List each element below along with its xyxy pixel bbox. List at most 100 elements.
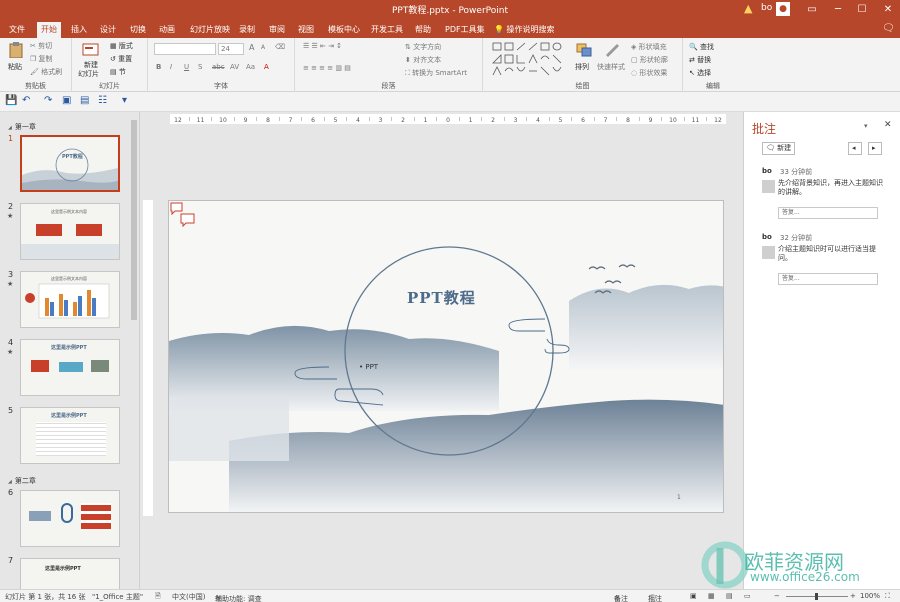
- tab-insert[interactable]: 插入: [67, 22, 91, 38]
- tab-record[interactable]: 录制: [235, 22, 259, 38]
- tab-design[interactable]: 设计: [96, 22, 120, 38]
- close-pane-icon[interactable]: ✕: [884, 120, 892, 130]
- arrange-icon[interactable]: [575, 42, 593, 58]
- comments-share-icon[interactable]: 🗨: [882, 23, 895, 34]
- reset-button[interactable]: ↺ 重置: [110, 54, 132, 64]
- user-name[interactable]: bo: [761, 3, 772, 13]
- copy-button[interactable]: ❐ 复制: [30, 54, 53, 64]
- tab-developer[interactable]: 开发工具: [367, 22, 407, 38]
- reply-field[interactable]: 答复...: [778, 207, 878, 219]
- tab-help[interactable]: 帮助: [411, 22, 435, 38]
- new-comment-button[interactable]: 🗨 新建: [762, 142, 796, 155]
- zoom-in-icon[interactable]: +: [850, 592, 856, 600]
- new-slide-icon[interactable]: [82, 42, 100, 58]
- zoom-out-icon[interactable]: −: [774, 592, 780, 600]
- comment-text[interactable]: 介绍主题知识时可以进行适当提问。: [778, 245, 886, 263]
- quick-styles-icon[interactable]: [603, 42, 621, 58]
- smartart-button[interactable]: ⛶ 转换为 SmartArt: [405, 68, 467, 78]
- paste-icon[interactable]: [7, 42, 25, 58]
- slideshow-view-icon[interactable]: ▭: [744, 592, 751, 600]
- shapes-gallery-icon[interactable]: [491, 41, 567, 77]
- normal-view-icon[interactable]: ▣: [690, 592, 697, 600]
- slide-title[interactable]: PPT教程: [407, 287, 476, 308]
- format-painter-button[interactable]: 🖌 格式刷: [30, 67, 62, 77]
- font-name-field[interactable]: [154, 43, 216, 55]
- shape-outline-button[interactable]: ▢ 形状轮廓: [631, 55, 668, 65]
- tab-template-center[interactable]: 模板中心: [324, 22, 364, 38]
- clear-format-icon[interactable]: ⌫: [275, 43, 285, 51]
- tab-home[interactable]: 开始: [37, 22, 61, 38]
- replace-button[interactable]: ⇄ 替换: [689, 55, 711, 65]
- undo-icon[interactable]: ↶: [22, 95, 30, 106]
- slide-thumb-5[interactable]: 这里是示例PPT: [20, 407, 120, 464]
- tab-animations[interactable]: 动画: [155, 22, 179, 38]
- cut-button[interactable]: ✂ 剪切: [30, 41, 52, 51]
- change-case-button[interactable]: Aa: [246, 63, 255, 71]
- tell-me-search[interactable]: 💡 操作说明搜索: [494, 22, 555, 38]
- grow-font-button[interactable]: A: [249, 43, 254, 52]
- shape-fill-button[interactable]: ◈ 形状填充: [631, 42, 667, 52]
- present-icon[interactable]: ▣: [62, 95, 71, 106]
- warning-icon[interactable]: ▲: [744, 2, 752, 15]
- reading-view-icon[interactable]: ▤: [726, 592, 733, 600]
- zoom-slider-thumb[interactable]: [815, 593, 818, 600]
- italic-button[interactable]: I: [170, 63, 172, 71]
- slide-thumb-3[interactable]: 这里是示例文本内容: [20, 271, 120, 328]
- shrink-font-button[interactable]: A: [261, 44, 265, 51]
- bold-button[interactable]: B: [156, 63, 161, 71]
- paste-button[interactable]: 粘贴: [8, 62, 22, 72]
- redo-icon[interactable]: ↷: [44, 95, 52, 106]
- select-button[interactable]: ↖ 选择: [689, 68, 711, 78]
- avatar[interactable]: ●: [776, 2, 790, 16]
- maximize-button[interactable]: ☐: [850, 0, 874, 20]
- language[interactable]: 中文(中国): [172, 592, 205, 602]
- font-color-icon[interactable]: A: [264, 63, 269, 71]
- section-header-1[interactable]: 第一章: [8, 122, 36, 132]
- find-button[interactable]: 🔍 查找: [689, 42, 714, 52]
- arrange-button[interactable]: 排列: [575, 62, 589, 72]
- spell-check-icon[interactable]: 🗎: [155, 592, 161, 602]
- minimize-button[interactable]: ─: [826, 0, 850, 20]
- slide-thumb-6[interactable]: [20, 490, 120, 547]
- close-button[interactable]: ✕: [876, 0, 900, 20]
- bullets-icon[interactable]: ☰ ☰ ⇤ ⇥ ↕: [303, 42, 342, 50]
- sorter-view-icon[interactable]: ▦: [708, 592, 715, 600]
- ribbon-display-icon[interactable]: ▭: [800, 0, 824, 20]
- slide-bullet-text[interactable]: • PPT: [359, 363, 378, 371]
- reply-field[interactable]: 答复...: [778, 273, 878, 285]
- strikethrough-button[interactable]: abc: [212, 63, 225, 71]
- underline-button[interactable]: U: [184, 63, 189, 71]
- thumbnails-scrollbar[interactable]: [131, 120, 137, 320]
- tab-file[interactable]: 文件: [5, 22, 29, 38]
- tab-view[interactable]: 视图: [294, 22, 318, 38]
- align-icons[interactable]: ≡ ≡ ≡ ≡ ▥ ▤: [303, 64, 351, 72]
- spacing-icon[interactable]: AV: [230, 63, 239, 71]
- slide-thumb-7[interactable]: 这里是示例PPT: [20, 558, 120, 589]
- tab-pdf-tools[interactable]: PDF工具集: [441, 22, 489, 38]
- tab-transitions[interactable]: 切换: [126, 22, 150, 38]
- section-button[interactable]: ▤ 节: [110, 67, 126, 77]
- font-size-field[interactable]: 24: [218, 43, 244, 55]
- pane-options-icon[interactable]: ▾: [864, 122, 868, 130]
- customize-icon[interactable]: ☷: [98, 95, 107, 106]
- comment-marker-icon[interactable]: [170, 202, 198, 228]
- fit-slide-icon[interactable]: ⛶: [885, 592, 890, 601]
- shadow-button[interactable]: S: [198, 63, 202, 71]
- from-start-icon[interactable]: ▤: [80, 95, 89, 106]
- slide-thumb-1[interactable]: PPT教程: [20, 135, 120, 192]
- align-text-button[interactable]: ⬍ 对齐文本: [405, 55, 441, 65]
- slide-thumb-2[interactable]: 这里是示例文本内容: [20, 203, 120, 260]
- zoom-level[interactable]: 100%: [860, 592, 880, 600]
- tab-review[interactable]: 审阅: [265, 22, 289, 38]
- text-direction-button[interactable]: ⇅ 文字方向: [405, 42, 441, 52]
- qat-more-icon[interactable]: ▾: [122, 95, 127, 106]
- previous-comment-icon[interactable]: ◂: [848, 142, 862, 155]
- tab-slideshow[interactable]: 幻灯片放映: [186, 22, 234, 38]
- save-icon[interactable]: 💾: [5, 95, 17, 106]
- next-comment-icon[interactable]: ▸: [868, 142, 882, 155]
- shape-effect-button[interactable]: ◌ 形状效果: [631, 68, 667, 78]
- quick-styles-button[interactable]: 快速样式: [597, 62, 625, 72]
- slide-thumb-4[interactable]: 这里是示例PPT: [20, 339, 120, 396]
- section-header-2[interactable]: 第二章: [8, 476, 36, 486]
- comment-text[interactable]: 先介绍背景知识，再进入主题知识的讲解。: [778, 179, 886, 197]
